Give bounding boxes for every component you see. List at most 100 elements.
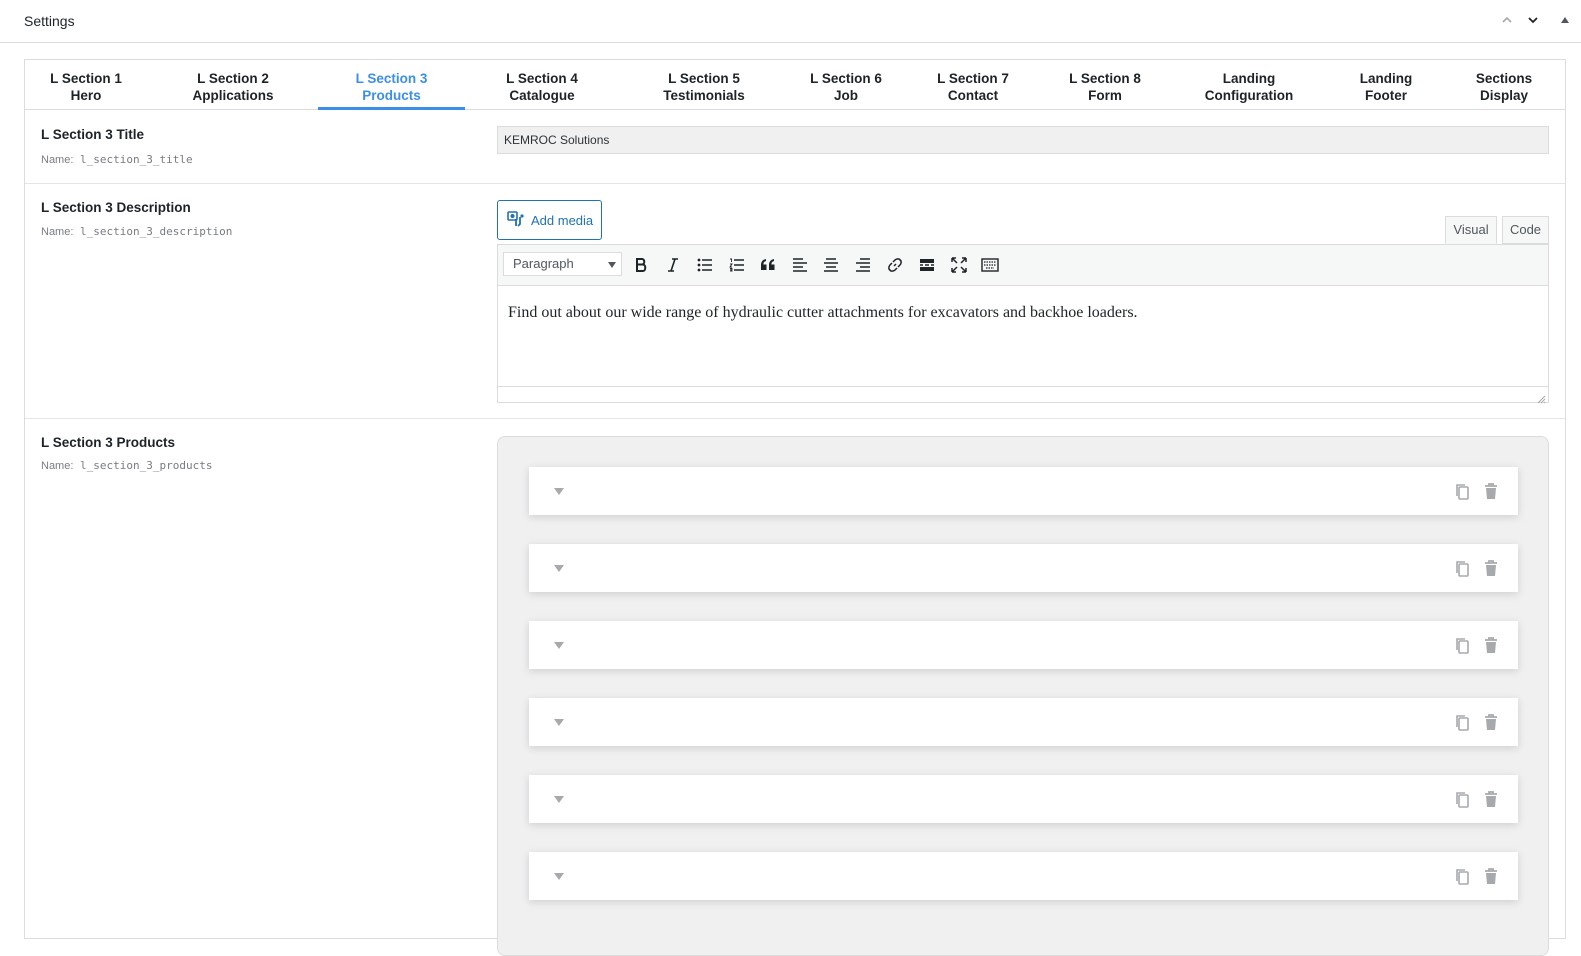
blockquote-icon[interactable] xyxy=(757,254,779,276)
field-row-products: L Section 3 Products Name: l_section_3_p… xyxy=(25,419,1565,956)
field-name-prefix: Name: xyxy=(41,226,74,238)
expand-toggle-icon[interactable] xyxy=(554,565,564,572)
field-name-value: l_section_3_title xyxy=(80,153,193,166)
chevron-up-icon[interactable] xyxy=(1500,13,1516,29)
rich-text-editor: Paragraph Find out about our wide range … xyxy=(497,244,1549,404)
repeater-item[interactable] xyxy=(529,852,1518,900)
triangle-up-icon[interactable] xyxy=(1560,13,1570,29)
resize-handle-icon[interactable] xyxy=(1537,391,1546,404)
bulleted-list-icon[interactable] xyxy=(694,254,716,276)
tab-label-line1: L Section 4 xyxy=(506,71,578,86)
tab-label-line1: Sections xyxy=(1475,71,1533,86)
tab-label-line1: Landing xyxy=(1359,71,1413,86)
tab-l-section-4-catalogue[interactable]: L Section 4 Catalogue xyxy=(490,60,594,110)
delete-icon[interactable] xyxy=(1484,714,1498,736)
link-icon[interactable] xyxy=(884,254,906,276)
tab-label-line2: Display xyxy=(1479,88,1529,103)
repeater-item[interactable] xyxy=(529,775,1518,823)
read-more-icon[interactable] xyxy=(916,254,938,276)
dropdown-arrow-icon xyxy=(608,262,616,268)
delete-icon[interactable] xyxy=(1484,868,1498,890)
add-media-label: Add media xyxy=(531,212,594,228)
field-name: Name: l_section_3_description xyxy=(41,225,232,238)
expand-toggle-icon[interactable] xyxy=(554,873,564,880)
settings-title: Settings xyxy=(24,13,75,29)
tab-label-line1: L Section 3 xyxy=(355,71,428,86)
field-name-prefix: Name: xyxy=(41,154,74,166)
editor-toolbar: Paragraph xyxy=(498,245,1548,286)
italic-icon[interactable] xyxy=(662,254,684,276)
tab-landing-configuration[interactable]: Landing Configuration xyxy=(1191,60,1307,110)
tab-label-line2: Job xyxy=(833,88,858,103)
tab-l-section-6-job[interactable]: L Section 6 Job xyxy=(797,60,895,110)
add-media-icon xyxy=(507,210,525,231)
repeater-item[interactable] xyxy=(529,467,1518,515)
tab-l-section-5-testimonials[interactable]: L Section 5 Testimonials xyxy=(649,60,759,110)
field-label: L Section 3 Description xyxy=(41,200,191,215)
delete-icon[interactable] xyxy=(1484,637,1498,659)
tab-label-line1: L Section 1 xyxy=(50,71,122,86)
expand-toggle-icon[interactable] xyxy=(554,642,564,649)
title-input[interactable]: KEMROC Solutions xyxy=(497,126,1549,154)
tab-label-line2: Hero xyxy=(70,88,102,103)
field-name-value: l_section_3_description xyxy=(80,225,233,238)
duplicate-icon[interactable] xyxy=(1454,714,1470,736)
duplicate-icon[interactable] xyxy=(1454,637,1470,659)
delete-icon[interactable] xyxy=(1484,791,1498,813)
format-select[interactable]: Paragraph xyxy=(503,252,622,276)
toolbar-toggle-icon[interactable] xyxy=(979,254,1001,276)
format-select-value: Paragraph xyxy=(513,256,574,271)
tab-label-line2: Contact xyxy=(947,88,999,103)
tab-l-section-2-applications[interactable]: L Section 2 Applications xyxy=(175,60,291,110)
duplicate-icon[interactable] xyxy=(1454,483,1470,505)
tab-l-section-7-contact[interactable]: L Section 7 Contact xyxy=(924,60,1022,110)
products-repeater xyxy=(497,436,1549,956)
tab-label-line1: L Section 5 xyxy=(668,71,740,86)
editor-content[interactable]: Find out about our wide range of hydraul… xyxy=(508,304,1138,322)
editor-statusbar xyxy=(498,386,1548,404)
add-media-button[interactable]: Add media xyxy=(497,200,602,240)
duplicate-icon[interactable] xyxy=(1454,560,1470,582)
tab-l-section-3-products[interactable]: L Section 3 Products xyxy=(318,60,465,110)
delete-icon[interactable] xyxy=(1484,560,1498,582)
fullscreen-icon[interactable] xyxy=(948,254,970,276)
field-row-title: L Section 3 Title Name: l_section_3_titl… xyxy=(25,110,1565,184)
visual-mode-tab[interactable]: Visual xyxy=(1445,216,1497,244)
repeater-item[interactable] xyxy=(529,544,1518,592)
tab-label-line1: L Section 8 xyxy=(1069,71,1141,86)
tab-sections-display[interactable]: Sections Display xyxy=(1461,60,1547,110)
duplicate-icon[interactable] xyxy=(1454,791,1470,813)
delete-icon[interactable] xyxy=(1484,483,1498,505)
field-label: L Section 3 Title xyxy=(41,127,145,142)
tab-l-section-1-hero[interactable]: L Section 1 Hero xyxy=(35,60,137,110)
tab-label-line2: Configuration xyxy=(1204,88,1294,103)
duplicate-icon[interactable] xyxy=(1454,868,1470,890)
tab-label-line2: Products xyxy=(362,88,421,103)
chevron-down-icon[interactable] xyxy=(1526,13,1542,29)
align-right-icon[interactable] xyxy=(852,254,874,276)
field-name-prefix: Name: xyxy=(41,460,74,472)
code-mode-tab[interactable]: Code xyxy=(1502,216,1549,244)
expand-toggle-icon[interactable] xyxy=(554,719,564,726)
repeater-item[interactable] xyxy=(529,621,1518,669)
expand-toggle-icon[interactable] xyxy=(554,488,564,495)
tab-landing-footer[interactable]: Landing Footer xyxy=(1343,60,1429,110)
tab-label-line2: Footer xyxy=(1365,88,1407,103)
settings-panel: L Section 1 Hero L Section 2 Application… xyxy=(24,59,1566,956)
field-row-description: L Section 3 Description Name: l_section_… xyxy=(25,184,1565,419)
align-left-icon[interactable] xyxy=(789,254,811,276)
tab-label-line2: Testimonials xyxy=(663,88,745,103)
field-name-value: l_section_3_products xyxy=(80,459,213,472)
field-name: Name: l_section_3_title xyxy=(41,153,193,166)
tab-l-section-8-form[interactable]: L Section 8 Form xyxy=(1056,60,1154,110)
field-label: L Section 3 Products xyxy=(41,435,176,450)
expand-toggle-icon[interactable] xyxy=(554,796,564,803)
tab-label-line1: L Section 2 xyxy=(197,71,269,86)
tab-label-line1: Landing xyxy=(1222,71,1276,86)
tab-label-line2: Catalogue xyxy=(509,88,575,103)
align-center-icon[interactable] xyxy=(820,254,842,276)
bold-icon[interactable] xyxy=(630,254,652,276)
numbered-list-icon[interactable] xyxy=(726,254,748,276)
repeater-item[interactable] xyxy=(529,698,1518,746)
tab-label-line1: L Section 6 xyxy=(810,71,882,86)
